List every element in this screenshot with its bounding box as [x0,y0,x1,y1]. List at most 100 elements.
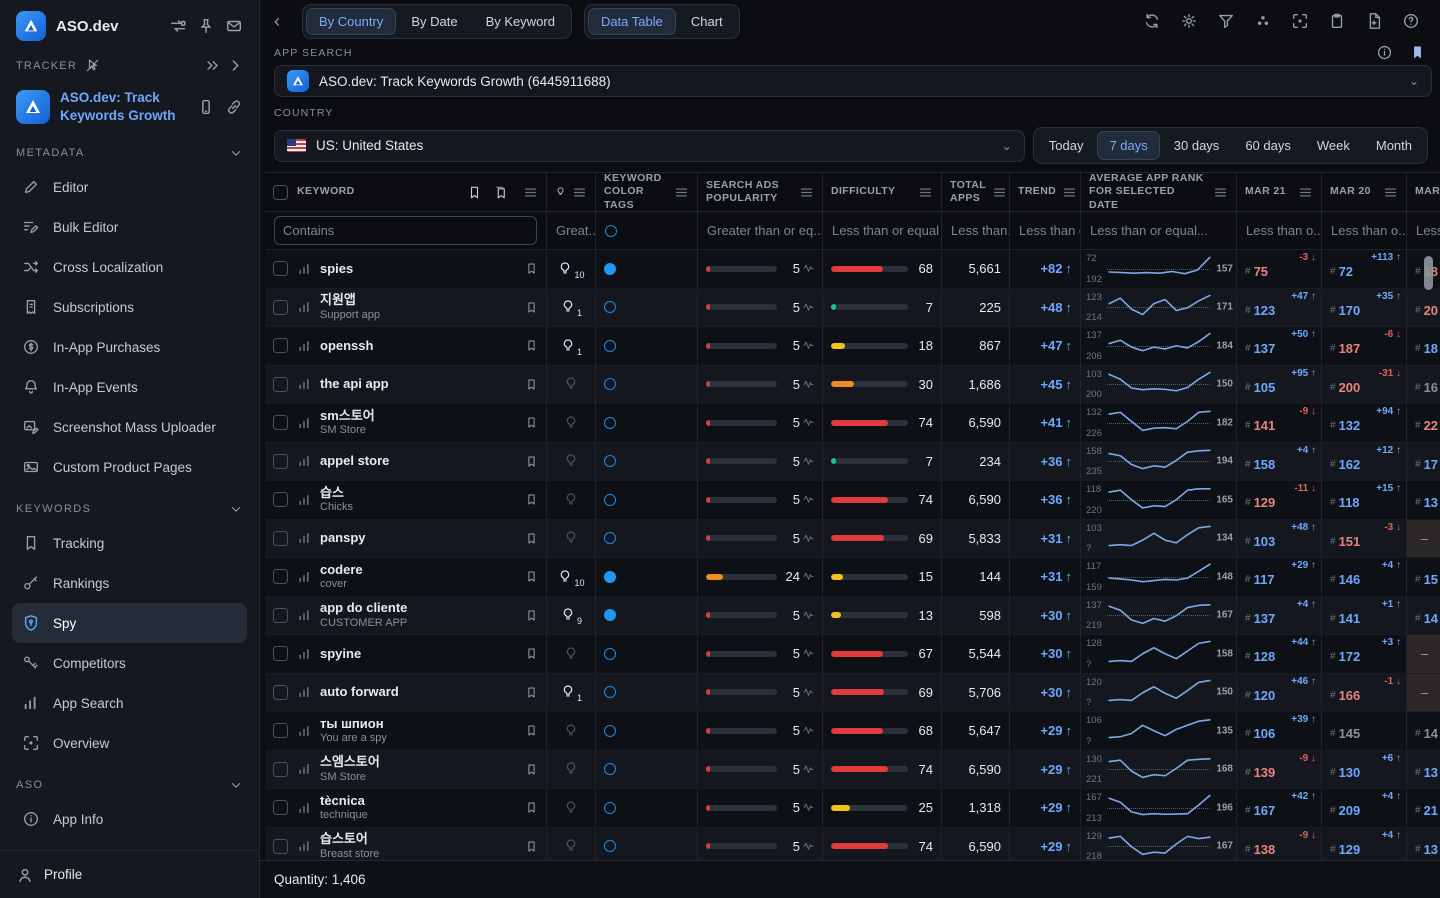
sidebar-item-overview[interactable]: Overview [12,723,247,763]
keyword-text[interactable]: appel store [320,453,516,469]
clipboard-icon[interactable] [1328,12,1346,30]
refresh-icon[interactable] [1143,12,1161,30]
bookmark-icon[interactable] [525,338,538,353]
color-tag-circle[interactable] [604,455,616,467]
column-header[interactable]: MAR 19 [1407,173,1440,211]
suggestion-bulb-icon[interactable] [563,530,579,546]
scan-icon[interactable] [1291,12,1309,30]
keyword-stats-icon[interactable] [297,339,311,353]
sidebar-item-tracking[interactable]: Tracking [12,523,247,563]
table-row[interactable]: appel store 5 7 234 +36 ↑ 158 235 194 +4… [265,443,1440,482]
tab-by-keyword[interactable]: By Keyword [473,8,568,35]
funnel-icon[interactable] [1217,12,1235,30]
popularity-trend-icon[interactable] [803,687,814,698]
color-tag-circle[interactable] [604,301,616,313]
filter-cell-mar20[interactable]: Less than o... [1322,212,1407,249]
keyword-stats-icon[interactable] [297,801,311,815]
column-header[interactable]: DIFFICULTY [823,173,942,211]
column-menu-icon[interactable] [572,185,587,200]
compare-icon[interactable] [169,17,187,35]
table-row[interactable]: 지원앱 Support app 1 5 7 225 +48 ↑ 123 214 … [265,289,1440,328]
color-tag-circle[interactable] [604,340,616,352]
sidebar-item-app-info[interactable]: App Info [12,799,247,839]
popularity-trend-icon[interactable] [803,841,814,852]
bookmark-icon[interactable] [525,531,538,546]
keyword-text[interactable]: 스엠스토어 [320,754,516,770]
row-checkbox[interactable] [273,839,288,854]
suggestion-bulb-icon[interactable] [563,376,579,392]
popularity-trend-icon[interactable] [803,610,814,621]
keyword-stats-icon[interactable] [297,416,311,430]
tab-by-country[interactable]: By Country [306,8,396,35]
color-tag-circle[interactable] [604,686,616,698]
column-menu-icon[interactable] [1298,185,1313,200]
color-tag-circle[interactable] [604,725,616,737]
period-60-days[interactable]: 60 days [1233,131,1303,160]
sidebar-item-bulk-editor[interactable]: Bulk Editor [12,207,247,247]
color-tag-circle[interactable] [604,571,616,583]
profile-item[interactable]: Profile [0,850,259,898]
bookmark-icon[interactable] [525,569,538,584]
column-header[interactable] [547,173,596,211]
row-checkbox[interactable] [273,261,288,276]
filter-cell-color-tags[interactable] [596,212,698,249]
table-row[interactable]: 스엠스토어 SM Store 5 74 6,590 +29 ↑ 130 221 … [265,751,1440,790]
keyword-text[interactable]: auto forward [320,684,516,700]
pin-icon[interactable] [197,17,215,35]
row-checkbox[interactable] [273,608,288,623]
doc-add-icon[interactable] [1365,12,1383,30]
popularity-trend-icon[interactable] [803,417,814,428]
column-header[interactable]: SEARCH ADS POPULARITY [698,173,823,211]
row-checkbox[interactable] [273,646,288,661]
keyword-filter-input[interactable] [274,216,537,245]
period-week[interactable]: Week [1305,131,1362,160]
color-tag-circle[interactable] [604,378,616,390]
suggestion-bulb-icon[interactable] [563,761,579,777]
popularity-trend-icon[interactable] [803,263,814,274]
color-tag-circle[interactable] [604,532,616,544]
column-header[interactable]: KEYWORD [265,173,547,211]
vertical-scrollbar-thumb[interactable] [1424,256,1433,290]
column-header[interactable]: KEYWORD COLOR TAGS [596,173,698,211]
country-select[interactable]: US: United States ⌄ [274,130,1025,162]
column-menu-icon[interactable] [1213,185,1228,200]
column-header[interactable]: AVERAGE APP RANK FOR SELECTED DATE [1081,173,1237,211]
bookmark-icon[interactable] [525,377,538,392]
mail-icon[interactable] [225,17,243,35]
sidebar-item-subscriptions[interactable]: Subscriptions [12,287,247,327]
period-7-days[interactable]: 7 days [1097,131,1159,160]
column-menu-icon[interactable] [918,185,933,200]
column-menu-icon[interactable] [1062,185,1077,200]
table-row[interactable]: openssh 1 5 18 867 +47 ↑ 137 206 184 +50… [265,327,1440,366]
table-row[interactable]: panspy 5 69 5,833 +31 ↑ 103 ? 134 +48 ↑#… [265,520,1440,559]
sidebar-item-rankings[interactable]: Rankings [12,563,247,603]
bookmark-icon[interactable] [525,685,538,700]
table-row[interactable]: the api app 5 30 1,686 +45 ↑ 103 200 150… [265,366,1440,405]
dots-icon[interactable] [1254,12,1272,30]
popularity-trend-icon[interactable] [803,379,814,390]
color-tag-circle[interactable] [604,494,616,506]
keyword-text[interactable]: 습스토어 [320,831,516,847]
suggestion-bulb-icon[interactable] [563,492,579,508]
keyword-text[interactable]: 습스 [320,485,516,501]
row-checkbox[interactable] [273,762,288,777]
bookmark-icon[interactable] [525,723,538,738]
row-checkbox[interactable] [273,338,288,353]
sidebar-item-screenshot-mass-uploader[interactable]: Screenshot Mass Uploader [12,407,247,447]
table-row[interactable]: ты шпион You are a spy 5 68 5,647 +29 ↑ … [265,712,1440,751]
bookmark-filled-icon[interactable] [1409,44,1426,61]
app-search-select[interactable]: ASO.dev: Track Keywords Growth (64459116… [274,65,1432,97]
popularity-trend-icon[interactable] [803,456,814,467]
keyword-text[interactable]: spyine [320,646,516,662]
column-header[interactable]: TOTAL APPS [942,173,1010,211]
popularity-trend-icon[interactable] [803,302,814,313]
popularity-trend-icon[interactable] [803,725,814,736]
row-checkbox[interactable] [273,569,288,584]
sidebar-item-competitors[interactable]: Competitors [12,643,247,683]
keyword-stats-icon[interactable] [297,570,311,584]
sidebar-item-in-app-events[interactable]: In-App Events [12,367,247,407]
keyword-stats-icon[interactable] [297,762,311,776]
color-tag-circle[interactable] [604,802,616,814]
column-menu-icon[interactable] [799,185,814,200]
double-chevron-right-icon[interactable] [205,58,220,73]
